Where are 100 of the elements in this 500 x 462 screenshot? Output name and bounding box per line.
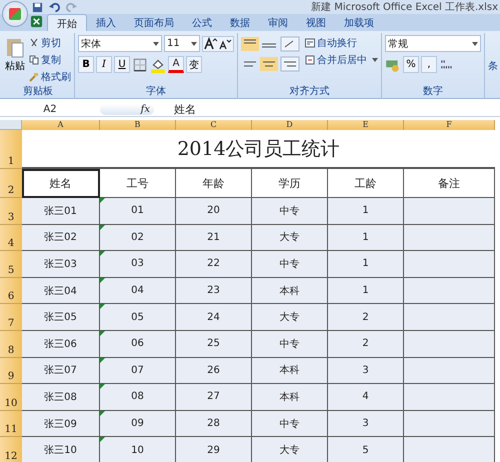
group-label: 剪贴板 (22, 84, 54, 98)
row-header[interactable]: 3 (0, 198, 22, 225)
column-header[interactable]: E (328, 120, 404, 130)
table-cell: 本科 (252, 278, 328, 304)
table-cell: 29 (176, 437, 252, 462)
phonetic-button[interactable]: 变 (186, 56, 202, 73)
table-cell: 中专 (252, 410, 328, 438)
ribbon-tab[interactable]: 页面布局 (125, 14, 183, 31)
function-button[interactable]: fx (100, 104, 154, 114)
bold-button[interactable]: B (78, 56, 94, 73)
column-header[interactable]: F (404, 120, 495, 130)
ribbon-tab[interactable]: 加载项 (335, 14, 383, 31)
row-header[interactable]: 9 (0, 358, 22, 384)
table-cell: 2 (328, 304, 404, 331)
styles-button-label[interactable]: 条 (488, 58, 498, 72)
percent-button[interactable]: % (403, 56, 419, 73)
table-cell: 08 (100, 384, 176, 411)
comma-button[interactable]: , (421, 56, 437, 73)
font-size-dropdown[interactable]: 11 (164, 35, 200, 52)
font-family-dropdown[interactable]: 宋体 (78, 35, 162, 52)
format-painter-button[interactable]: 格式刷 (29, 69, 71, 84)
save-icon[interactable] (32, 2, 43, 12)
column-header[interactable]: D (252, 120, 328, 130)
table-cell: 05 (100, 304, 176, 331)
error-indicator-icon (100, 251, 105, 256)
ribbon-tab[interactable]: 公式 (183, 14, 221, 31)
table-cell: 1 (328, 251, 404, 278)
header-cell: 工号 (100, 169, 176, 198)
row-header[interactable]: 7 (0, 304, 22, 331)
table-cell: 张三06 (22, 330, 100, 358)
paste-button[interactable]: 粘贴 (5, 35, 25, 73)
group-label: 字体 (145, 84, 167, 98)
table-cell: 中专 (252, 198, 328, 225)
table-cell: 4 (328, 384, 404, 411)
row-header[interactable]: 11 (0, 410, 22, 438)
formula-field[interactable]: 姓名 (154, 102, 196, 116)
row-header[interactable]: 6 (0, 278, 22, 304)
row-header[interactable]: 12 (0, 437, 22, 462)
table-cell: 张三09 (22, 410, 100, 438)
column-header[interactable]: B (100, 120, 176, 130)
font-size-buttons-drawing[interactable] (202, 36, 234, 52)
copy-button[interactable]: 复制 (29, 52, 71, 67)
table-cell: 5 (328, 437, 404, 462)
caret-icon (191, 42, 197, 46)
column-header[interactable]: C (176, 120, 252, 130)
error-indicator-icon (100, 358, 105, 363)
table-cell: 张三04 (22, 278, 100, 304)
row-header[interactable]: 10 (0, 384, 22, 411)
error-indicator-icon (100, 304, 105, 310)
group-label: 数字 (422, 84, 444, 98)
name-box[interactable]: A2 (0, 104, 100, 114)
underline-button[interactable]: U (114, 56, 130, 73)
undo-icon[interactable] (49, 2, 60, 12)
header-cell: 学历 (252, 169, 328, 198)
table-cell: 张三03 (22, 251, 100, 278)
merge-center-button[interactable]: 合并后居中 (305, 52, 378, 67)
column-header[interactable]: A (22, 120, 100, 130)
table-cell: 24 (176, 304, 252, 331)
table-cell: 张三10 (22, 437, 100, 462)
table-cell: 张三08 (22, 384, 100, 411)
office-button[interactable] (2, 1, 28, 27)
wrap-text-button[interactable]: 自动换行 (305, 35, 378, 50)
row-header[interactable]: 8 (0, 330, 22, 358)
table-cell: 10 (100, 437, 176, 462)
ribbon-tab[interactable]: 审阅 (259, 14, 297, 31)
number-format-dropdown[interactable]: 常规 (385, 35, 481, 52)
table-cell: 1 (328, 224, 404, 252)
row-header[interactable]: 5 (0, 251, 22, 278)
font-color-button[interactable]: A (168, 56, 184, 73)
row-header[interactable]: 1 (0, 130, 22, 169)
table-cell: 1 (328, 198, 404, 225)
table-cell: 27 (176, 384, 252, 411)
table-cell: 本科 (252, 384, 328, 411)
table-cell: 本科 (252, 358, 328, 384)
ribbon-tab[interactable]: 数据 (221, 14, 259, 31)
ribbon-tab[interactable]: 视图 (297, 14, 335, 31)
table-cell: 22 (176, 251, 252, 278)
table-cell: 中专 (252, 330, 328, 358)
cut-button[interactable]: 剪切 (29, 35, 71, 50)
scissors-icon (29, 38, 39, 48)
caret-icon (153, 42, 159, 46)
error-indicator-icon (100, 437, 105, 442)
table-cell: 01 (100, 198, 176, 225)
table-cell: 3 (328, 358, 404, 384)
table-cell: 张三05 (22, 304, 100, 331)
row-header[interactable]: 4 (0, 224, 22, 252)
header-cell: 工龄 (328, 169, 404, 198)
table-cell: 2 (328, 330, 404, 358)
row-header[interactable]: 2 (0, 169, 22, 198)
ribbon-tab[interactable]: 插入 (87, 14, 125, 31)
table-cell: 大专 (252, 224, 328, 252)
table-cell: 20 (176, 198, 252, 225)
border-icon[interactable] (132, 56, 148, 72)
table-cell: 03 (100, 251, 176, 278)
table-cell: 07 (100, 358, 176, 384)
table-cell: 3 (328, 410, 404, 438)
italic-button[interactable]: I (96, 56, 112, 73)
error-indicator-icon (100, 278, 105, 283)
wrap-text-icon (305, 38, 315, 48)
ribbon-tab[interactable]: 开始 (47, 14, 87, 31)
